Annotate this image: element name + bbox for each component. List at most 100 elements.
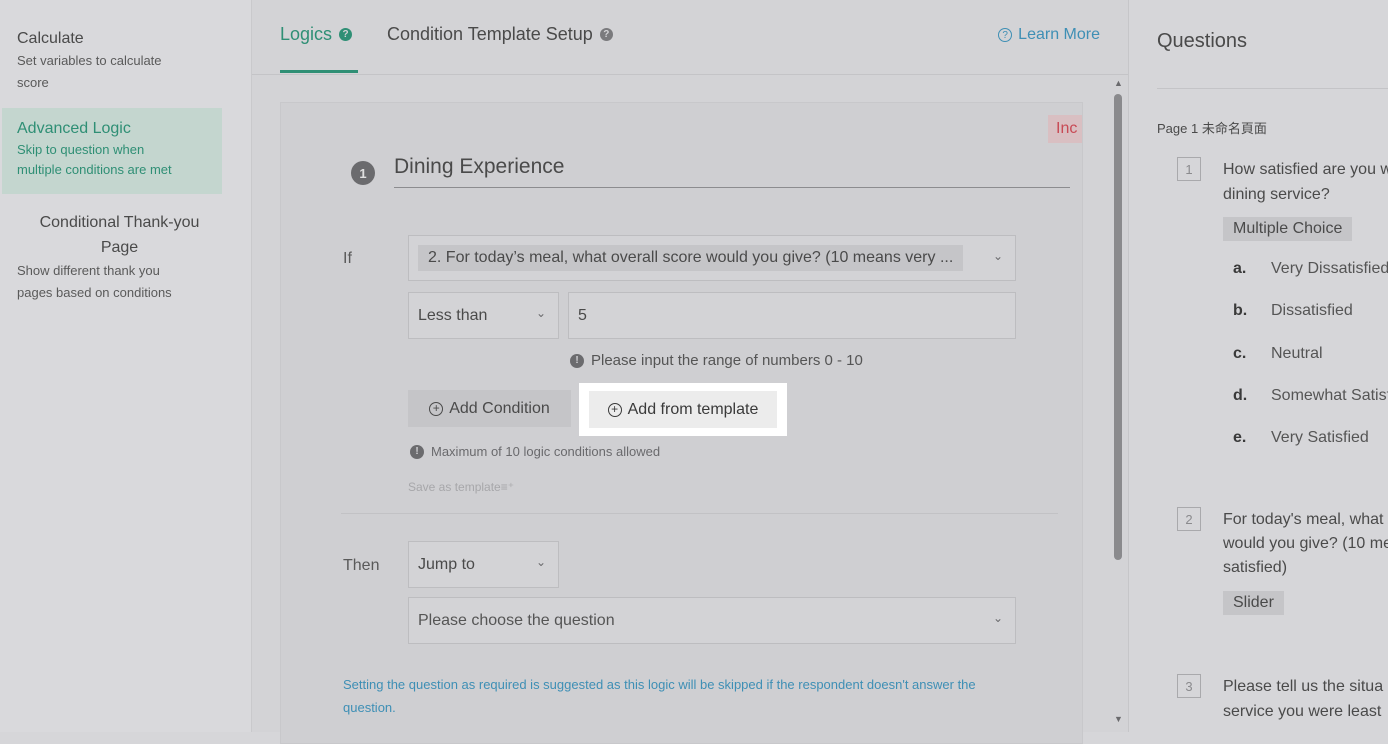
sidebar-item-title: Conditional Thank-you [39, 214, 200, 231]
sidebar-item-desc: Skip to question when [17, 142, 145, 157]
plus-circle-icon: + [607, 402, 622, 417]
question-text[interactable]: would you give? (10 me [1223, 531, 1388, 556]
action-value: Jump to [418, 555, 475, 573]
tab-bar: Logics ? Condition Template Setup ? ? Le… [252, 0, 1128, 75]
learn-more-link[interactable]: ? Learn More [998, 26, 1100, 44]
sidebar-item-desc: pages based on conditions [17, 285, 172, 300]
sidebar-item-calculate[interactable]: Calculate Set variables to calculate sco… [17, 28, 222, 94]
info-icon: ! [410, 444, 424, 459]
add-condition-button[interactable]: + Add Condition [408, 390, 571, 427]
option-key: a. [1233, 260, 1247, 277]
option-label: Dissatisfied [1271, 302, 1353, 319]
page-label: Page 1 未命名頁面 [1157, 121, 1267, 136]
save-as-template-link[interactable]: Save as template≡⁺ [408, 480, 514, 494]
condition-value: 5 [578, 306, 587, 324]
status-badge: Inc [1048, 115, 1082, 143]
range-hint-text: Please input the range of numbers 0 - 10 [591, 352, 863, 369]
list-item: c. Neutral [1233, 345, 1323, 363]
save-template-label: Save as template [408, 480, 501, 494]
if-label: If [343, 250, 352, 267]
question-text[interactable]: service you were least [1223, 699, 1388, 724]
main-panel: Logics ? Condition Template Setup ? ? Le… [252, 0, 1128, 744]
question-text[interactable]: dining service? [1223, 182, 1388, 207]
condition-question-select[interactable]: 2. For today’s meal, what overall score … [408, 235, 1016, 281]
button-label: Add from template [627, 400, 759, 418]
max-conditions-hint: ! Maximum of 10 logic conditions allowed [410, 444, 660, 459]
question-text[interactable]: satisfied) [1223, 555, 1388, 580]
sidebar-item-desc: Set variables to calculate [17, 53, 162, 68]
option-key: d. [1233, 387, 1248, 404]
sidebar-item-desc: Show different thank you [17, 263, 160, 278]
option-label: Somewhat Satisfied [1271, 387, 1388, 404]
option-key: e. [1233, 429, 1247, 446]
list-item: d. Somewhat Satisfied [1233, 387, 1388, 405]
note-line: question. [343, 700, 396, 715]
operator-select[interactable]: Less than ⌄ [408, 292, 559, 339]
plus-circle-icon: + [429, 401, 444, 416]
scroll-down-arrow-icon[interactable]: ▼ [1114, 714, 1123, 724]
save-template-icon: ≡⁺ [500, 480, 515, 494]
sidebar-item-desc: multiple conditions are met [17, 162, 172, 177]
help-icon: ? [339, 28, 353, 41]
rule-number: 1 [351, 161, 375, 185]
option-label: Neutral [1271, 345, 1323, 362]
list-item: a. Very Dissatisfied [1233, 260, 1388, 278]
question-number: 1 [1177, 157, 1201, 181]
tab-logics[interactable]: Logics ? [280, 24, 353, 45]
questions-heading: Questions [1157, 30, 1248, 52]
tab-label: Logics [280, 24, 333, 44]
option-label: Very Dissatisfied [1271, 260, 1388, 277]
chevron-down-icon: ⌄ [992, 249, 1003, 263]
selected-question: 2. For today’s meal, what overall score … [418, 245, 964, 271]
sidebar-item-advanced-logic[interactable]: Advanced Logic Skip to question when mul… [2, 108, 222, 194]
scrollbar[interactable]: ▲ ▼ [1110, 78, 1128, 732]
help-icon: ? [599, 28, 613, 41]
option-key: b. [1233, 302, 1248, 319]
note-line: Setting the question as required is sugg… [343, 677, 976, 692]
list-item: e. Very Satisfied [1233, 429, 1369, 447]
chevron-down-icon: ⌄ [992, 611, 1003, 625]
sidebar-item-conditional-thank-you[interactable]: Conditional Thank-you Page Show differen… [17, 210, 222, 304]
add-from-template-button[interactable]: + Add from template [579, 383, 787, 436]
condition-value-input[interactable]: 5 [568, 292, 1016, 339]
required-suggestion-note: Setting the question as required is sugg… [343, 673, 1043, 719]
divider [1157, 88, 1388, 89]
max-hint-text: Maximum of 10 logic conditions allowed [431, 444, 661, 459]
range-hint: ! Please input the range of numbers 0 - … [570, 352, 863, 369]
target-question-select[interactable]: Please choose the question ⌄ [408, 597, 1016, 644]
scrollbar-thumb[interactable] [1114, 94, 1122, 560]
help-icon: ? [998, 28, 1013, 42]
chevron-down-icon: ⌄ [535, 306, 546, 320]
option-label: Very Satisfied [1271, 429, 1369, 446]
question-text[interactable]: How satisfied are you w [1223, 157, 1388, 182]
info-icon: ! [570, 353, 584, 368]
option-key: c. [1233, 345, 1247, 362]
sidebar-item-title: Page [100, 239, 139, 256]
logic-rule-card: Inc 1 Dining Experience If 2. For today’… [280, 102, 1083, 744]
rule-title-input[interactable]: Dining Experience [394, 155, 1070, 188]
sidebar-item-desc: score [17, 75, 49, 90]
operator-value: Less than [418, 306, 488, 324]
then-label: Then [343, 557, 380, 574]
question-text[interactable]: Please tell us the situa [1223, 674, 1388, 699]
questions-panel: Questions Page 1 未命名頁面 1 How satisfied a… [1128, 0, 1388, 732]
question-number: 2 [1177, 507, 1201, 531]
question-number: 3 [1177, 674, 1201, 698]
question-type-badge: Multiple Choice [1223, 217, 1353, 241]
button-body[interactable]: + Add from template [589, 391, 777, 428]
learn-more-label: Learn More [1018, 26, 1100, 43]
divider [341, 513, 1058, 514]
tab-label: Condition Template Setup [387, 24, 593, 44]
tab-condition-template-setup[interactable]: Condition Template Setup ? [387, 24, 613, 45]
action-select[interactable]: Jump to ⌄ [408, 541, 559, 588]
left-sidebar: Calculate Set variables to calculate sco… [0, 0, 252, 732]
list-item: b. Dissatisfied [1233, 302, 1353, 320]
scroll-up-arrow-icon[interactable]: ▲ [1114, 78, 1123, 88]
sidebar-item-title: Calculate [17, 30, 84, 47]
question-text[interactable]: For today's meal, what [1223, 507, 1388, 532]
active-tab-indicator [280, 70, 358, 73]
question-type-badge: Slider [1223, 591, 1284, 615]
chevron-down-icon: ⌄ [535, 555, 546, 569]
button-label: Add Condition [449, 399, 550, 417]
sidebar-item-title: Advanced Logic [17, 120, 131, 137]
